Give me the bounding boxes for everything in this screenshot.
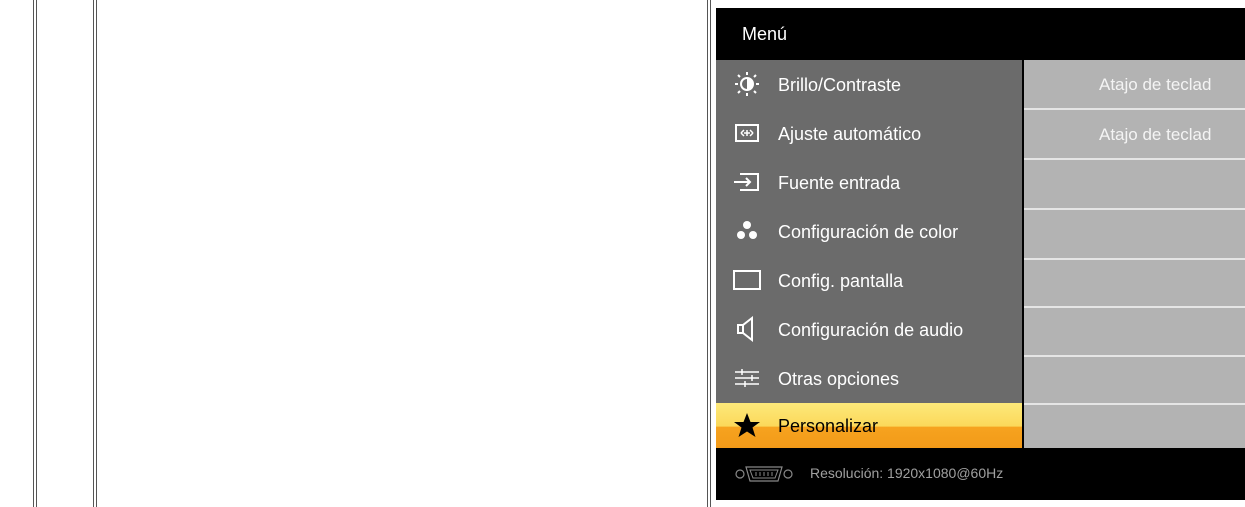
osd-footer: Resolución: 1920x1080@60Hz	[716, 448, 1245, 500]
osd-header: Menú	[716, 8, 1245, 60]
menu-item-brightness-contrast[interactable]: Brillo/Contraste	[716, 60, 1022, 109]
osd-menu-panel: Menú Brillo/Contraste Ajuste automático …	[716, 8, 1245, 500]
display-icon	[733, 270, 761, 290]
menu-item-label: Personalizar	[778, 416, 879, 436]
menu-item-auto-adjust[interactable]: Ajuste automático	[716, 109, 1022, 158]
menu-item-label: Configuración de color	[778, 222, 959, 242]
submenu-row[interactable]: Atajo de teclad	[1024, 60, 1245, 110]
menu-item-label: Config. pantalla	[778, 271, 904, 291]
table-border-right-2	[710, 0, 711, 507]
submenu-row-text: Atajo de teclad	[1099, 75, 1212, 94]
star-icon	[734, 413, 760, 437]
submenu-row-text: Atajo de teclad	[1099, 125, 1212, 144]
table-border-left-2	[36, 0, 37, 507]
osd-title: Menú	[742, 24, 788, 44]
resolution-readout: Resolución: 1920x1080@60Hz	[810, 465, 1004, 481]
menu-item-other-options[interactable]: Otras opciones	[716, 354, 1022, 403]
menu-item-display-settings[interactable]: Config. pantalla	[716, 256, 1022, 305]
menu-item-personalize[interactable]: Personalizar	[716, 403, 1022, 448]
vga-connector-icon	[735, 466, 793, 482]
submenu-row	[1024, 210, 1245, 260]
submenu-row	[1024, 403, 1245, 448]
table-border-left-1	[33, 0, 34, 507]
menu-item-label: Brillo/Contraste	[778, 75, 902, 95]
submenu-row	[1024, 307, 1245, 357]
submenu-panel: Atajo de teclad Atajo de teclad	[1024, 60, 1245, 448]
input-source-icon	[734, 173, 759, 191]
submenu-row	[1024, 258, 1245, 308]
menu-item-input-source[interactable]: Fuente entrada	[716, 158, 1022, 207]
menu-item-label: Ajuste automático	[778, 124, 922, 144]
table-border-mid-1	[93, 0, 94, 507]
color-dots-icon	[737, 221, 757, 239]
menu-item-label: Fuente entrada	[778, 173, 901, 193]
menu-item-audio-settings[interactable]: Configuración de audio	[716, 305, 1022, 354]
menu-item-color-settings[interactable]: Configuración de color	[716, 207, 1022, 256]
brightness-icon	[735, 72, 759, 96]
speaker-icon	[737, 316, 753, 342]
menu-item-label: Otras opciones	[778, 369, 900, 389]
submenu-row	[1024, 160, 1245, 210]
osd-main-menu: Brillo/Contraste Ajuste automático Fuent…	[716, 60, 1022, 448]
table-border-right-1	[707, 0, 708, 507]
submenu-row	[1024, 355, 1245, 405]
menu-item-label: Configuración de audio	[778, 320, 964, 340]
auto-adjust-icon	[735, 124, 759, 142]
submenu-row[interactable]: Atajo de teclad	[1024, 110, 1245, 160]
sliders-icon	[735, 369, 759, 387]
table-border-mid-2	[96, 0, 97, 507]
